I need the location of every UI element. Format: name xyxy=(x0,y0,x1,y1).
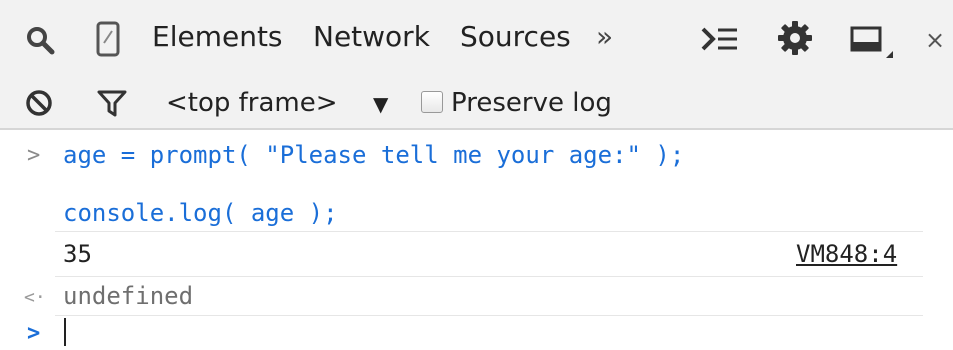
result-value: undefined xyxy=(63,282,194,310)
preserve-log-label[interactable]: Preserve log xyxy=(451,85,612,121)
console-input[interactable] xyxy=(64,318,66,346)
command-line-2[interactable]: console.log( age ); xyxy=(63,197,338,229)
close-button[interactable]: × xyxy=(925,22,945,58)
filter-icon[interactable] xyxy=(97,89,127,117)
tab-bar: Elements Network Sources » × xyxy=(0,0,953,78)
log-source-link[interactable]: VM848:4 xyxy=(796,238,897,270)
result-prompt-icon: <· xyxy=(24,287,46,308)
gear-icon[interactable] xyxy=(777,20,813,56)
devtools-toolbar: Elements Network Sources » × xyxy=(0,0,953,80)
clear-console-icon[interactable] xyxy=(24,88,54,118)
dock-side-icon[interactable] xyxy=(850,26,894,60)
preserve-log-checkbox[interactable] xyxy=(421,91,443,113)
console-prompt-icon: > xyxy=(27,321,41,346)
console-drawer-icon[interactable] xyxy=(700,25,740,53)
console-messages: > age = prompt( "Please tell me your age… xyxy=(0,130,953,347)
message-divider xyxy=(55,315,923,316)
log-output: 35 xyxy=(63,240,92,268)
command-line-1[interactable]: age = prompt( "Please tell me your age:"… xyxy=(63,139,684,171)
console-filter-bar: <top frame> ▼ Preserve log xyxy=(0,78,953,130)
chevron-down-icon[interactable]: ▼ xyxy=(373,86,388,122)
frame-selector[interactable]: <top frame> xyxy=(166,85,338,121)
tab-elements[interactable]: Elements xyxy=(152,19,283,55)
search-icon[interactable] xyxy=(25,25,55,55)
tab-network[interactable]: Network xyxy=(313,19,430,55)
device-mode-icon[interactable] xyxy=(96,21,120,57)
message-divider xyxy=(55,231,923,232)
more-tabs-button[interactable]: » xyxy=(596,19,613,55)
tab-sources[interactable]: Sources xyxy=(460,19,571,55)
message-divider xyxy=(55,276,923,277)
input-prompt-icon: > xyxy=(27,143,41,168)
